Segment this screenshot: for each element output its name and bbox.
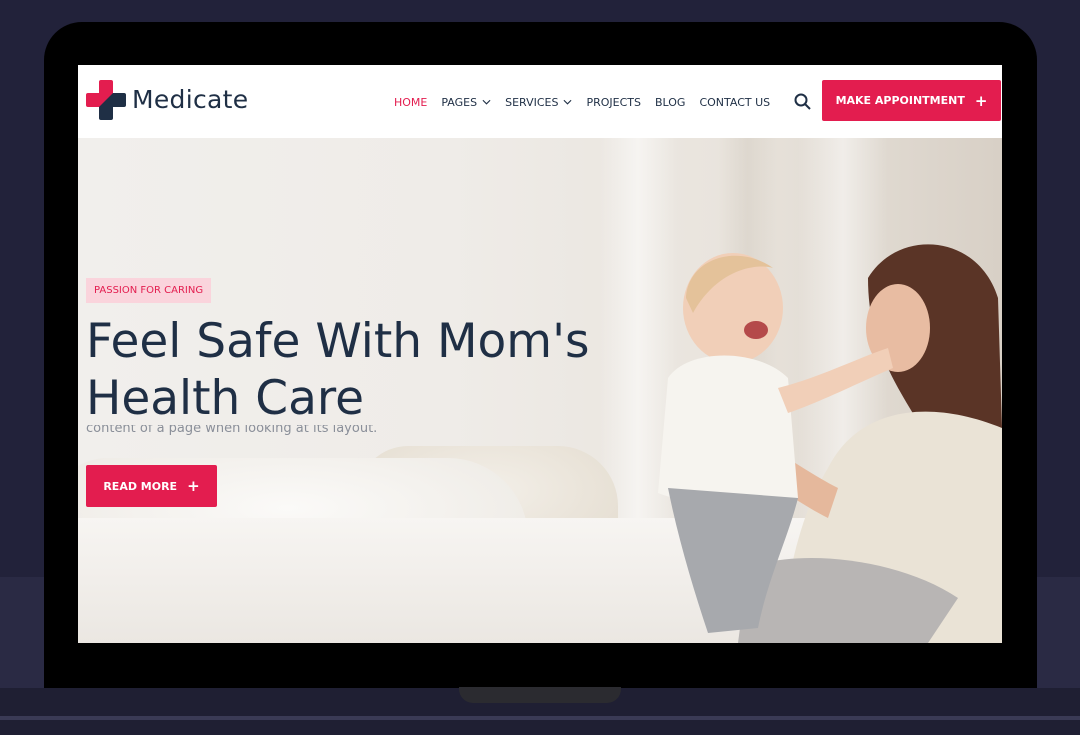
nav-item-blog[interactable]: BLOG	[655, 96, 685, 109]
hero-title: Feel Safe With Mom's Health Care	[86, 314, 590, 426]
mother-baby-photo	[658, 244, 1002, 643]
chevron-down-icon	[482, 99, 491, 105]
chevron-down-icon	[563, 99, 572, 105]
nav-item-home[interactable]: HOME	[394, 96, 427, 109]
read-more-button[interactable]: READ MORE +	[86, 465, 217, 507]
nav-item-label: PAGES	[441, 95, 478, 109]
desk-edge	[0, 716, 1080, 720]
make-appointment-label: MAKE APPOINTMENT	[835, 94, 965, 107]
nav-item-projects[interactable]: PROJECTS	[586, 96, 641, 109]
laptop-notch	[459, 687, 621, 703]
laptop-screen: Medicate HOME PAGES SERVICES PROJECTS BL…	[78, 65, 1002, 643]
brand-name[interactable]: Medicate	[132, 85, 248, 114]
nav-item-services[interactable]: SERVICES	[505, 96, 572, 109]
nav-item-label: CONTACT US	[699, 95, 771, 109]
site-header: Medicate HOME PAGES SERVICES PROJECTS BL…	[78, 65, 1002, 138]
hero-snippet: content of a page when looking at its la…	[86, 425, 378, 435]
medical-cross-icon[interactable]	[86, 80, 126, 120]
hero-badge: PASSION FOR CARING	[86, 278, 212, 303]
nav-item-label: PROJECTS	[586, 95, 641, 109]
make-appointment-button[interactable]: MAKE APPOINTMENT +	[822, 80, 1001, 121]
main-nav: HOME PAGES SERVICES PROJECTS BLOG CONTAC…	[394, 94, 784, 110]
nav-item-contact[interactable]: CONTACT US	[699, 96, 770, 109]
read-more-label: READ MORE	[103, 479, 178, 493]
search-icon[interactable]	[794, 93, 811, 110]
plus-icon: +	[187, 477, 200, 495]
nav-item-label: BLOG	[654, 95, 686, 109]
nav-item-pages[interactable]: PAGES	[441, 96, 491, 109]
nav-item-label: SERVICES	[505, 95, 559, 109]
nav-item-label: HOME	[394, 95, 428, 109]
plus-icon: +	[974, 91, 988, 110]
hero-section: PASSION FOR CARING Feel Safe With Mom's …	[78, 138, 1002, 643]
